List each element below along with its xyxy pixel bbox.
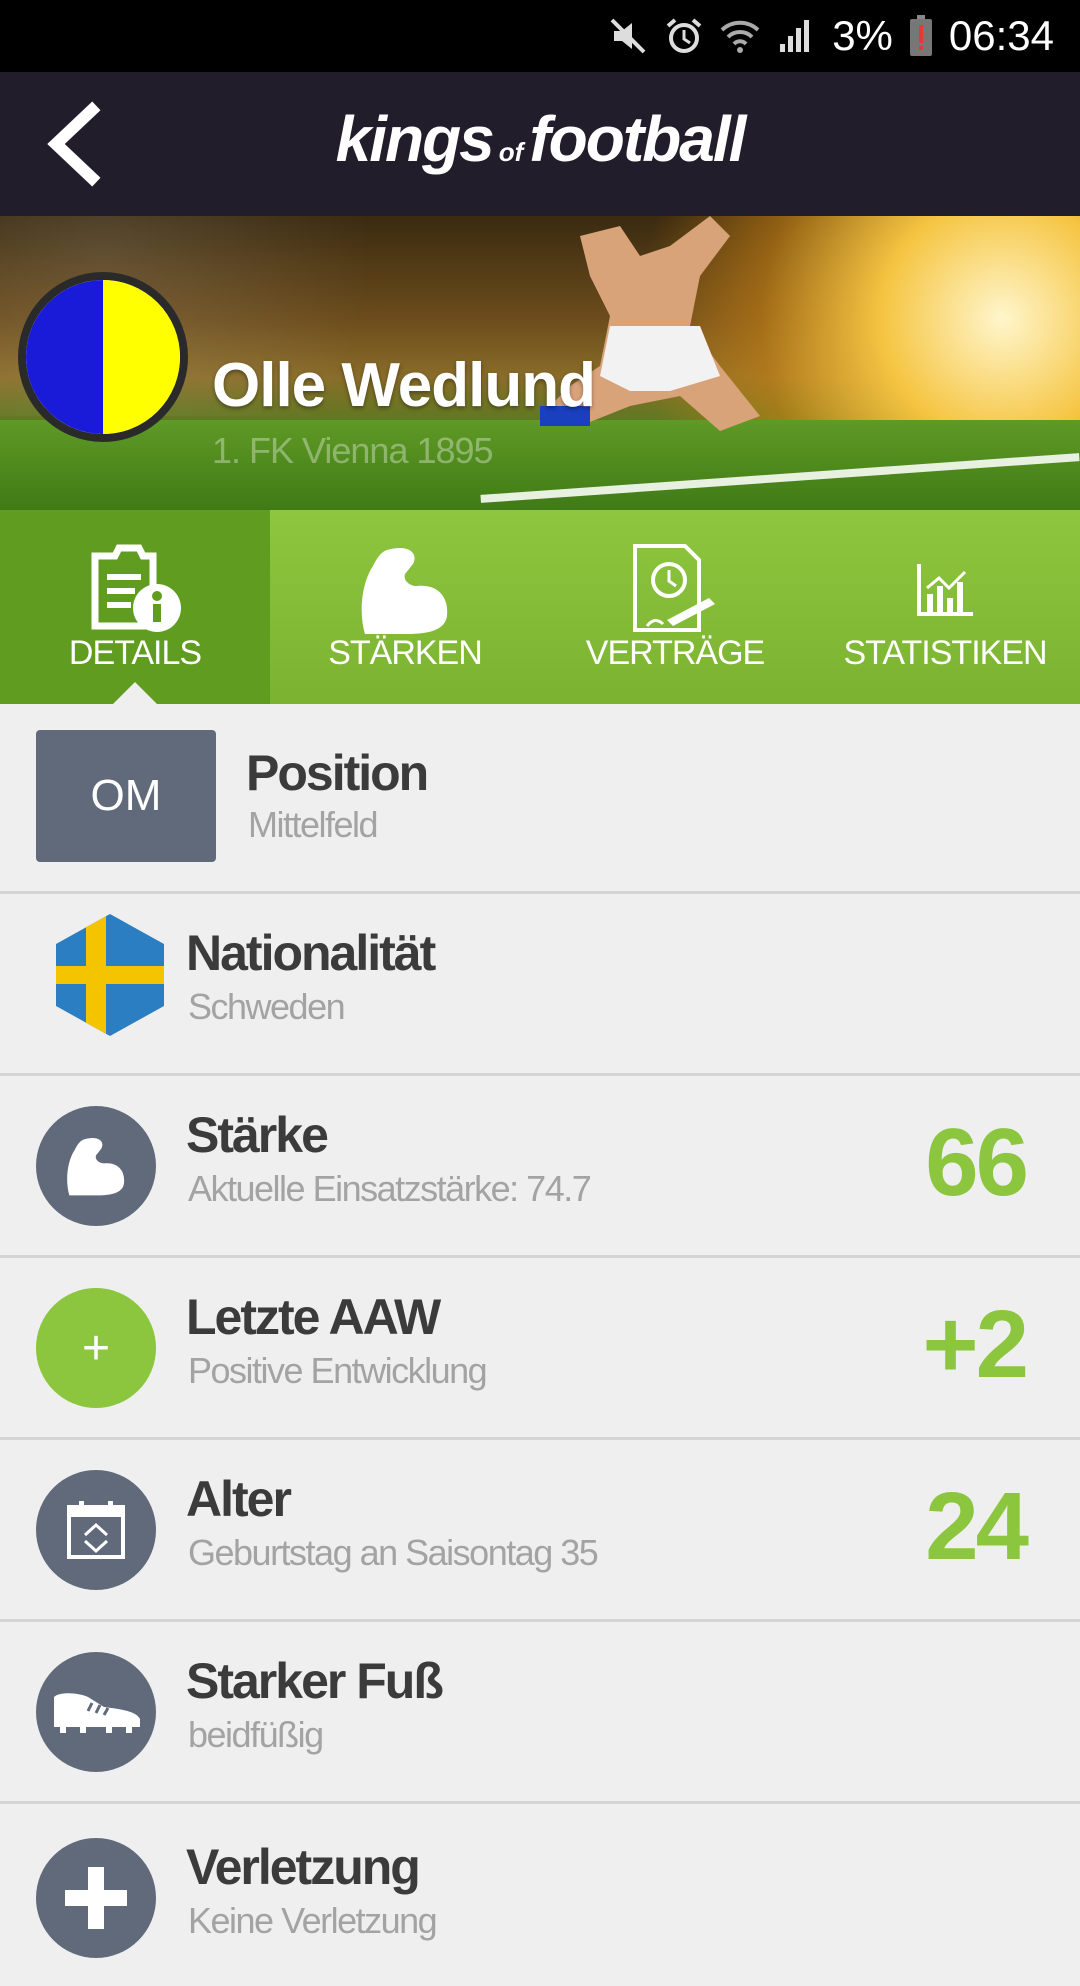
logo-of: of bbox=[498, 137, 524, 167]
age-icon-circle bbox=[36, 1470, 156, 1590]
injury-subtitle: Keine Verletzung bbox=[188, 1900, 438, 1941]
detail-row-age[interactable]: Alter Geburtstag an Saisontag 35 24 bbox=[0, 1440, 1080, 1622]
strong-foot-subtitle: beidfüßig bbox=[188, 1714, 324, 1755]
document-info-icon bbox=[91, 544, 181, 632]
tab-details-label: DETAILS bbox=[68, 634, 202, 672]
last-aaw-value: +2 bbox=[922, 1291, 1029, 1398]
last-aaw-subtitle: Positive Entwicklung bbox=[188, 1350, 488, 1391]
battery-low-icon bbox=[909, 15, 933, 57]
detail-row-injury[interactable]: Verletzung Keine Verletzung bbox=[0, 1804, 1080, 1986]
club-badge-right bbox=[103, 280, 180, 434]
position-badge: OM bbox=[36, 730, 216, 862]
tab-statistiken[interactable]: STATISTIKEN bbox=[810, 510, 1080, 704]
alarm-icon bbox=[664, 16, 704, 56]
strength-subtitle: Aktuelle Einsatzstärke: 74.7 bbox=[188, 1168, 592, 1209]
app-bar: kings offootball bbox=[0, 72, 1080, 216]
detail-row-last-aaw[interactable]: + Letzte AAW Positive Entwicklung +2 bbox=[0, 1258, 1080, 1440]
sweden-flag-hexagon-icon bbox=[56, 914, 164, 1036]
active-tab-indicator bbox=[113, 682, 157, 704]
club-badge-left bbox=[26, 280, 103, 434]
strong-foot-icon-circle bbox=[36, 1652, 156, 1772]
strength-icon-circle bbox=[36, 1106, 156, 1226]
last-aaw-title: Letzte AAW bbox=[186, 1289, 441, 1345]
calendar-icon bbox=[67, 1501, 125, 1559]
medical-cross-icon bbox=[65, 1867, 127, 1929]
nationality-subtitle: Schweden bbox=[188, 986, 346, 1027]
strong-foot-title: Starker Fuß bbox=[186, 1653, 444, 1709]
tab-details[interactable]: DETAILS bbox=[0, 510, 270, 704]
status-bar: 3% 06:34 bbox=[0, 0, 1080, 72]
clock-text: 06:34 bbox=[948, 12, 1054, 59]
flexed-arm-icon bbox=[361, 547, 448, 634]
injury-title: Verletzung bbox=[186, 1839, 421, 1895]
logo-football: football bbox=[529, 103, 746, 175]
age-title: Alter bbox=[186, 1471, 292, 1527]
tab-staerken[interactable]: STÄRKEN bbox=[270, 510, 540, 704]
tab-vertraege[interactable]: VERTRÄGE bbox=[540, 510, 810, 704]
logo-kings: kings bbox=[335, 103, 495, 175]
football-boot-icon bbox=[54, 1693, 140, 1733]
detail-row-strong-foot[interactable]: Starker Fuß beidfüßig bbox=[0, 1622, 1080, 1804]
player-name: Olle Wedlund bbox=[212, 351, 596, 420]
tab-staerken-label: STÄRKEN bbox=[328, 634, 483, 672]
bar-chart-icon bbox=[917, 564, 973, 616]
tab-vertraege-label: VERTRÄGE bbox=[585, 634, 765, 672]
age-subtitle: Geburtstag an Saisontag 35 bbox=[188, 1532, 599, 1573]
position-subtitle: Mittelfeld bbox=[248, 804, 379, 845]
strength-title: Stärke bbox=[186, 1107, 329, 1163]
tab-statistiken-label: STATISTIKEN bbox=[843, 634, 1047, 672]
plus-icon: + bbox=[36, 1288, 156, 1408]
wifi-icon bbox=[720, 16, 760, 56]
nationality-title: Nationalität bbox=[186, 925, 436, 981]
detail-row-strength[interactable]: Stärke Aktuelle Einsatzstärke: 74.7 66 bbox=[0, 1076, 1080, 1258]
strength-value: 66 bbox=[925, 1109, 1029, 1216]
mute-icon bbox=[608, 16, 648, 56]
position-title: Position bbox=[246, 745, 429, 801]
player-club: 1. FK Vienna 1895 bbox=[212, 430, 494, 471]
tab-bar: DETAILS STÄRKEN VERTRÄGE STATISTIKEN bbox=[0, 510, 1080, 704]
signal-icon bbox=[776, 16, 816, 56]
injury-icon-circle bbox=[36, 1838, 156, 1958]
contract-clock-icon bbox=[633, 544, 715, 632]
detail-row-nationality[interactable]: Nationalität Schweden bbox=[0, 894, 1080, 1076]
age-value: 24 bbox=[925, 1473, 1029, 1580]
app-logo: kings offootball bbox=[0, 102, 1080, 176]
club-badge bbox=[18, 272, 188, 442]
flexed-arm-icon bbox=[67, 1137, 125, 1196]
detail-row-position[interactable]: OM Position Mittelfeld bbox=[0, 704, 1080, 894]
battery-text: 3% bbox=[832, 12, 893, 59]
